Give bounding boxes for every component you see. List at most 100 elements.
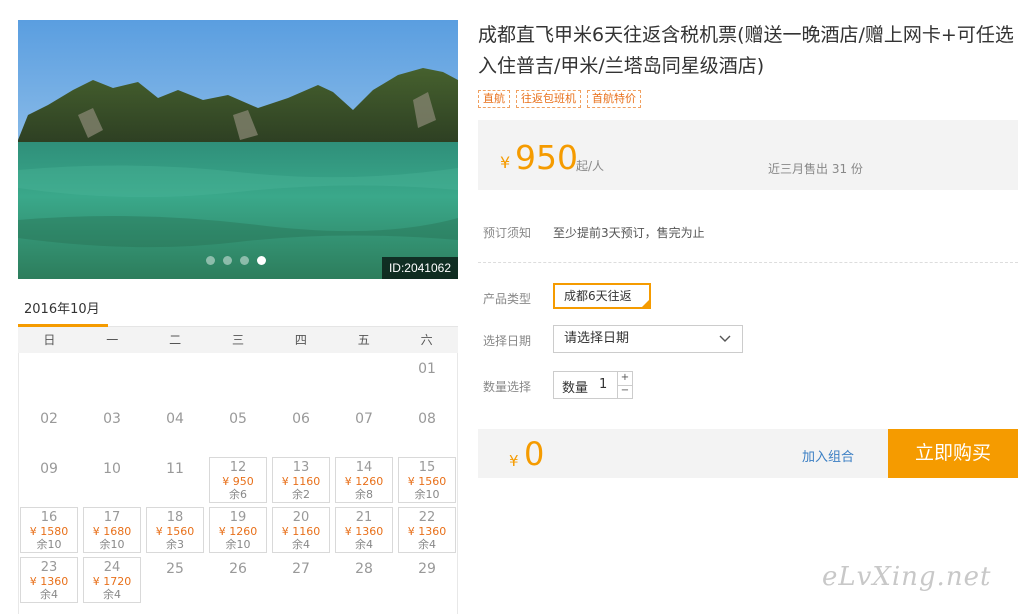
day-price: ¥ 1720 bbox=[92, 575, 132, 588]
day-number: 13 bbox=[292, 460, 310, 475]
notice-text: 至少提前3天预订，售完为止 bbox=[553, 226, 705, 240]
calendar-day-available[interactable]: 20 ¥ 1160 余4 bbox=[272, 507, 330, 553]
day-number: 07 bbox=[355, 411, 373, 427]
day-price: ¥ 1260 bbox=[344, 475, 384, 488]
product-photo: ID:2041062 bbox=[18, 20, 458, 279]
calendar-day-available[interactable]: 24 ¥ 1720 余4 bbox=[83, 557, 141, 603]
day-price: ¥ 1160 bbox=[281, 525, 321, 538]
quantity-value[interactable]: 1 bbox=[599, 377, 607, 392]
calendar-grid: 01 02 03 04 05 06 07 08 09 10 11 12 ¥ 950 余6 13 ¥ 1160 余… bbox=[18, 353, 458, 614]
calendar-day-available[interactable]: 18 ¥ 1560 余3 bbox=[146, 507, 204, 553]
day-stock: 余10 bbox=[99, 538, 125, 551]
checkout-bar: ¥ 0 加入组合 bbox=[478, 429, 888, 478]
day-number: 14 bbox=[355, 460, 373, 475]
calendar-day-available[interactable]: 15 ¥ 1560 余10 bbox=[398, 457, 456, 503]
calendar-day-available[interactable]: 13 ¥ 1160 余2 bbox=[272, 457, 330, 503]
day-number: 17 bbox=[103, 510, 121, 525]
calendar-day-available[interactable]: 17 ¥ 1680 余10 bbox=[83, 507, 141, 553]
tag-charter: 往返包班机 bbox=[516, 90, 581, 108]
day-number: 26 bbox=[229, 561, 247, 577]
total-currency: ¥ bbox=[509, 452, 519, 470]
day-price: ¥ 1360 bbox=[29, 575, 69, 588]
date-select[interactable]: 请选择日期 bbox=[553, 325, 743, 353]
day-number: 25 bbox=[166, 561, 184, 577]
day-stock: 余3 bbox=[166, 538, 184, 551]
day-price: ¥ 1560 bbox=[155, 525, 195, 538]
day-price: ¥ 1560 bbox=[407, 475, 447, 488]
product-type-option[interactable]: 成都6天往返 bbox=[553, 283, 651, 309]
day-stock: 余2 bbox=[292, 488, 310, 501]
weekday-label: 六 bbox=[420, 333, 433, 347]
calendar-day: 28 bbox=[335, 557, 393, 603]
day-price: ¥ 950 bbox=[222, 475, 254, 488]
calendar-weekday-header: 日 一 二 三 四 五 六 bbox=[18, 327, 458, 353]
day-price: ¥ 1680 bbox=[92, 525, 132, 538]
day-price: ¥ 1160 bbox=[281, 475, 321, 488]
day-number: 24 bbox=[103, 560, 121, 575]
calendar-day-available[interactable]: 22 ¥ 1360 余4 bbox=[398, 507, 456, 553]
buy-now-button[interactable]: 立即购买 bbox=[888, 429, 1018, 478]
price-amount: 950 bbox=[515, 138, 578, 177]
carousel-dot-active[interactable] bbox=[257, 256, 266, 265]
day-number: 04 bbox=[166, 411, 184, 427]
day-stock: 余10 bbox=[36, 538, 62, 551]
date-label: 选择日期 bbox=[483, 334, 532, 348]
day-number: 20 bbox=[292, 510, 310, 525]
total-amount: 0 bbox=[524, 435, 545, 473]
carousel-dot[interactable] bbox=[206, 256, 215, 265]
calendar-month-tab[interactable]: 2016年10月 bbox=[24, 298, 100, 317]
calendar-day-available[interactable]: 14 ¥ 1260 余8 bbox=[335, 457, 393, 503]
day-number: 05 bbox=[229, 411, 247, 427]
calendar-day-available[interactable]: 16 ¥ 1580 余10 bbox=[20, 507, 78, 553]
day-price: ¥ 1360 bbox=[407, 525, 447, 538]
day-number: 29 bbox=[418, 561, 436, 577]
calendar-day: 09 bbox=[20, 457, 78, 503]
day-number: 01 bbox=[418, 361, 436, 377]
day-number: 21 bbox=[355, 510, 373, 525]
day-number: 11 bbox=[166, 461, 184, 477]
weekday-label: 一 bbox=[106, 333, 119, 347]
day-number: 15 bbox=[418, 460, 436, 475]
add-to-combo-link[interactable]: 加入组合 bbox=[802, 446, 854, 465]
calendar-day-available[interactable]: 21 ¥ 1360 余4 bbox=[335, 507, 393, 553]
product-type-label: 产品类型 bbox=[483, 292, 532, 306]
carousel-dot[interactable] bbox=[240, 256, 249, 265]
day-stock: 余8 bbox=[355, 488, 373, 501]
calendar-day: 07 bbox=[335, 407, 393, 453]
calendar-day: 08 bbox=[398, 407, 456, 453]
day-stock: 余4 bbox=[355, 538, 373, 551]
calendar-day: 29 bbox=[398, 557, 456, 603]
weekday-label: 四 bbox=[294, 333, 307, 347]
day-number: 27 bbox=[292, 561, 310, 577]
quantity-stepper[interactable]: 数量 1 + − bbox=[553, 371, 633, 399]
quantity-inner-label: 数量 bbox=[562, 381, 589, 396]
day-stock: 余10 bbox=[414, 488, 440, 501]
day-price: ¥ 1580 bbox=[29, 525, 69, 538]
product-title: 成都直飞甲米6天往返含税机票(赠送一晚酒店/赠上网卡+可任选入住普吉/甲米/兰塔… bbox=[478, 24, 1014, 77]
calendar-day: 11 bbox=[146, 457, 204, 503]
seascape-image bbox=[18, 20, 458, 279]
quantity-decrement-button[interactable]: − bbox=[617, 385, 632, 398]
product-type-value: 成都6天往返 bbox=[564, 289, 632, 303]
calendar-day-available[interactable]: 23 ¥ 1360 余4 bbox=[20, 557, 78, 603]
day-stock: 余6 bbox=[229, 488, 247, 501]
day-number: 28 bbox=[355, 561, 373, 577]
quantity-increment-button[interactable]: + bbox=[617, 372, 632, 386]
day-number: 23 bbox=[40, 560, 58, 575]
day-price: ¥ 1260 bbox=[218, 525, 258, 538]
day-number: 16 bbox=[40, 510, 58, 525]
carousel-dot[interactable] bbox=[223, 256, 232, 265]
day-stock: 余4 bbox=[40, 588, 58, 601]
day-number: 03 bbox=[103, 411, 121, 427]
calendar-day: 04 bbox=[146, 407, 204, 453]
calendar-day-available[interactable]: 12 ¥ 950 余6 bbox=[209, 457, 267, 503]
day-number: 10 bbox=[103, 461, 121, 477]
day-number: 08 bbox=[418, 411, 436, 427]
calendar-day: 10 bbox=[83, 457, 141, 503]
calendar-day-available[interactable]: 19 ¥ 1260 余10 bbox=[209, 507, 267, 553]
day-stock: 余10 bbox=[225, 538, 251, 551]
sold-count: 近三月售出 31 份 bbox=[768, 162, 863, 176]
date-select-value: 请选择日期 bbox=[564, 331, 630, 346]
section-divider bbox=[478, 262, 1018, 263]
day-number: 19 bbox=[229, 510, 247, 525]
